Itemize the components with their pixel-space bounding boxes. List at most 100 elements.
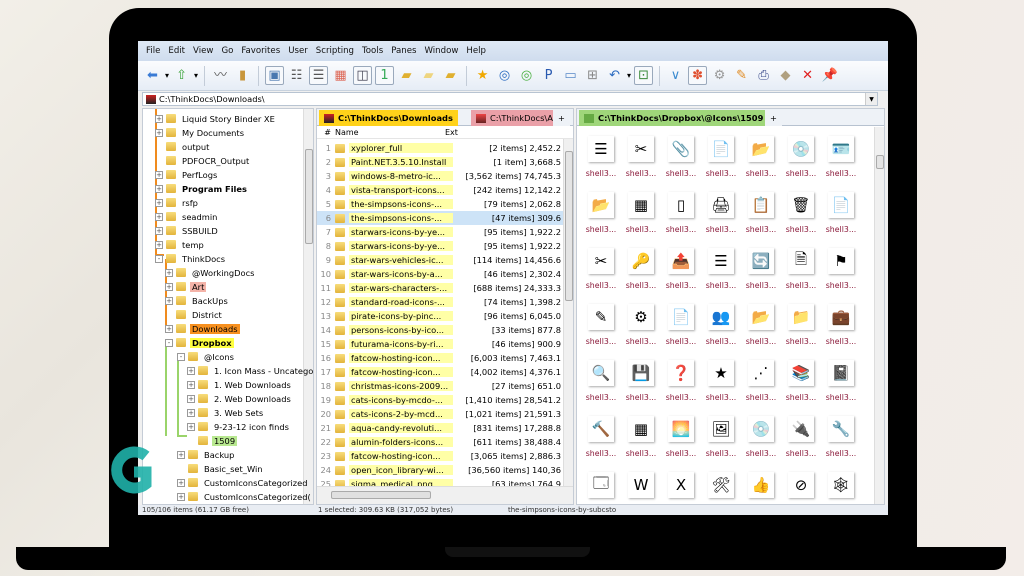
expand-toggle-icon[interactable]: +	[155, 184, 163, 193]
thumbnail-item[interactable]: 🛠shell3...	[701, 472, 741, 504]
menu-go[interactable]: Go	[221, 46, 233, 56]
thumbnail-item[interactable]: ✂ shell3...	[581, 248, 621, 303]
thumbnail-item[interactable]: 🗑 shell3...	[781, 192, 821, 247]
thumbnail-item[interactable]: ⚙ shell3...	[621, 304, 661, 359]
dropdown-arrow-icon[interactable]: ▾	[627, 71, 631, 80]
tree-item[interactable]: +9-23-12 icon finds	[187, 420, 291, 433]
thumbnail-item[interactable]: ⚑ shell3...	[821, 248, 861, 303]
folder-filter-button[interactable]: ▰	[397, 66, 416, 85]
expand-toggle-icon[interactable]: +	[187, 380, 195, 389]
printer-button[interactable]: ⎙	[754, 66, 773, 85]
thumbnail-item[interactable]: ⋰ shell3...	[741, 360, 781, 415]
dropdown-arrow-icon[interactable]: ▾	[194, 71, 198, 80]
thumbnail-item[interactable]: 📂 shell3...	[581, 192, 621, 247]
thumbnail-item[interactable]: 📄 shell3...	[701, 136, 741, 191]
mouse-button[interactable]: 〰	[211, 66, 230, 85]
thumbnail-item[interactable]: ⊘shell3...	[781, 472, 821, 504]
tree-item[interactable]: + Program Files	[155, 182, 249, 195]
thumbnail-item[interactable]: 📚 shell3...	[781, 360, 821, 415]
tree-item[interactable]: - Dropbox	[165, 336, 234, 349]
tree-item[interactable]: +1. Icon Mass - Uncategoriz	[187, 364, 313, 377]
tab[interactable]: C:\ThinkDocs\Art	[471, 110, 565, 126]
thumbnail-item[interactable]: 📄 shell3...	[661, 304, 701, 359]
thumbnail-item[interactable]: 🔌 shell3...	[781, 416, 821, 471]
thumbnail-item[interactable]: 🔑 shell3...	[621, 248, 661, 303]
tree-item[interactable]: + Art	[165, 280, 207, 293]
window-button[interactable]: ▭	[561, 66, 580, 85]
new-folder-button[interactable]: ▰	[441, 66, 460, 85]
p-button[interactable]: P	[539, 66, 558, 85]
expand-toggle-icon[interactable]: -	[155, 254, 163, 263]
thumbnail-item[interactable]: ▯ shell3...	[661, 192, 701, 247]
expand-toggle-icon[interactable]: +	[155, 212, 163, 221]
tree-item[interactable]: District	[165, 308, 224, 321]
file-row[interactable]: 2 Paint.NET.3.5.10.Install [1 item] 3,668.…	[317, 155, 563, 169]
address-dropdown-button[interactable]: ▼	[865, 93, 877, 105]
thumbnail-item[interactable]: 🖼 shell3...	[701, 416, 741, 471]
file-row[interactable]: 13 pirate-icons-by-pinc... [96 items] 6,04…	[317, 309, 563, 323]
tree-item[interactable]: + CustomIconsCategorized	[177, 476, 309, 489]
file-row[interactable]: 9 star-wars-vehicles-ic... [114 items] 14,…	[317, 253, 563, 267]
pinwheel-button[interactable]: ✽	[688, 66, 708, 85]
pin-button[interactable]: 📌	[820, 66, 839, 85]
tree-item[interactable]: Basic_set_Win	[177, 462, 265, 475]
expand-toggle-icon[interactable]: +	[177, 450, 185, 459]
menu-file[interactable]: File	[146, 46, 160, 56]
tree-item[interactable]: 1509	[187, 434, 238, 447]
thumbnail-item[interactable]: 📓 shell3...	[821, 360, 861, 415]
thumbnail-item[interactable]: Wshell3...	[621, 472, 661, 504]
file-row[interactable]: 15 futurama-icons-by-ri... [46 items] 900.…	[317, 337, 563, 351]
dual-pane-button[interactable]: ◫	[353, 66, 373, 85]
expand-toggle-icon[interactable]: +	[155, 170, 163, 179]
preview-pane-button[interactable]: ▣	[265, 66, 285, 85]
thumbnail-item[interactable]: ▦ shell3...	[621, 192, 661, 247]
expand-toggle-icon[interactable]: +	[165, 296, 173, 305]
thumbnail-item[interactable]: 🕸shell3...	[821, 472, 861, 504]
target-button[interactable]: ◎	[495, 66, 514, 85]
thumbnail-item[interactable]: ★ shell3...	[701, 360, 741, 415]
menu-panes[interactable]: Panes	[391, 46, 416, 56]
file-row[interactable]: 23 fatcow-hosting-icon... [3,065 items] 2,…	[317, 449, 563, 463]
tree-item[interactable]: + SSBUILD	[155, 224, 220, 237]
tree-item[interactable]: + temp	[155, 238, 206, 251]
file-row[interactable]: 21 aqua-candy-revoluti... [831 items] 17,2…	[317, 421, 563, 435]
list-vertical-scrollbar[interactable]	[563, 139, 573, 486]
file-row[interactable]: 4 vista-transport-icons... [242 items] 12,…	[317, 183, 563, 197]
menu-view[interactable]: View	[193, 46, 213, 56]
thumbnail-item[interactable]: 🔨 shell3...	[581, 416, 621, 471]
menu-edit[interactable]: Edit	[168, 46, 185, 56]
file-row[interactable]: 3 windows-8-metro-ic... [3,562 items] 74,7…	[317, 169, 563, 183]
thumbnails-button[interactable]: ▦	[331, 66, 350, 85]
tree-item[interactable]: + rsfp	[155, 196, 200, 209]
tree-item[interactable]: +1. Web Downloads	[187, 378, 293, 391]
tree-button[interactable]: ⊡	[634, 66, 654, 85]
expand-toggle-icon[interactable]: +	[187, 366, 195, 375]
thumbnail-item[interactable]: 🔧 shell3...	[821, 416, 861, 471]
pencil-button[interactable]: ✎	[732, 66, 751, 85]
thumbnail-item[interactable]: 🗔shell3...	[581, 472, 621, 504]
delete-button[interactable]: ✕	[798, 66, 817, 85]
clipboard-button[interactable]: ▮	[233, 66, 252, 85]
dropdown-arrow-icon[interactable]: ▾	[165, 71, 169, 80]
check-v-button[interactable]: ∨	[666, 66, 685, 85]
thumbnail-item[interactable]: 🔍 shell3...	[581, 360, 621, 415]
thumbs-vertical-scrollbar[interactable]	[874, 127, 884, 504]
file-row[interactable]: 10 star-wars-icons-by-a... [46 items] 2,30…	[317, 267, 563, 281]
expand-toggle-icon[interactable]: +	[165, 282, 173, 291]
tree-item[interactable]: + PerfLogs	[155, 168, 219, 181]
eraser-button[interactable]: ◆	[776, 66, 795, 85]
tree-item[interactable]: output	[155, 140, 211, 153]
tree-item[interactable]: + Backup	[177, 448, 236, 461]
file-row[interactable]: 11 star-wars-characters-... [688 items] 24…	[317, 281, 563, 295]
file-row[interactable]: 22 alumin-folders-icons... [611 items] 38,…	[317, 435, 563, 449]
tree-item[interactable]: +2. Web Downloads	[187, 392, 293, 405]
file-row[interactable]: 8 starwars-icons-by-ye... [95 items] 1,922…	[317, 239, 563, 253]
thumbnail-item[interactable]: 📤 shell3...	[661, 248, 701, 303]
menu-help[interactable]: Help	[466, 46, 486, 56]
thumbnail-item[interactable]: 🗎 shell3...	[781, 248, 821, 303]
column-name[interactable]: Name	[335, 128, 445, 137]
thumbnail-item[interactable]: ☰ shell3...	[581, 136, 621, 191]
expand-toggle-icon[interactable]: -	[177, 352, 185, 361]
thumbnail-item[interactable]: 📂 shell3...	[741, 136, 781, 191]
thumbnail-item[interactable]: ✂ shell3...	[621, 136, 661, 191]
